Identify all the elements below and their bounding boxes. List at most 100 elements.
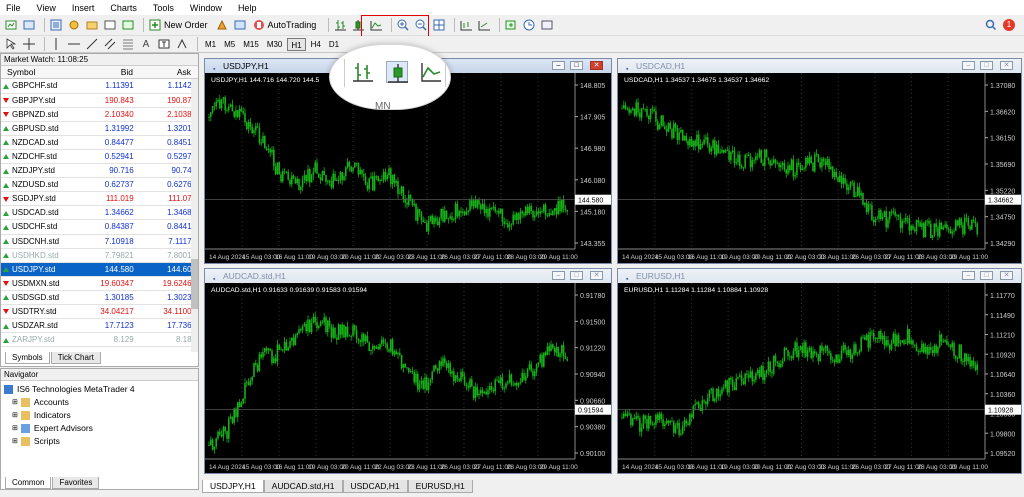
fibonacci-icon[interactable] [121, 37, 135, 51]
chart-window-audcad[interactable]: ▪ AUDCAD.std,H1 – □ ✕ 0.91780 0.91500 0.91220… [204, 268, 612, 474]
line-chart-icon[interactable] [420, 61, 442, 83]
market-watch-row[interactable]: NZDCAD.std 0.84477 0.84517 [1, 135, 198, 150]
chart-shift-icon[interactable] [459, 18, 473, 32]
terminal-icon[interactable] [103, 18, 117, 32]
close-button[interactable]: ✕ [590, 271, 603, 280]
market-watch-row[interactable]: NZDCHF.std 0.52941 0.52979 [1, 149, 198, 165]
menu-insert[interactable]: Insert [72, 3, 95, 13]
market-watch-row[interactable]: USDHKD.std 7.79821 7.80018 [1, 248, 198, 263]
maximize-button[interactable]: □ [980, 271, 993, 280]
tab-favorites[interactable]: Favorites [52, 477, 100, 489]
indicators-list-icon[interactable] [504, 18, 518, 32]
chart-window-usdcad[interactable]: ▪ USDCAD,H1 – □ ✕ 1.37080 1.36620 1.36150 1.35… [617, 58, 1022, 264]
bar-chart-icon[interactable] [352, 61, 374, 83]
templates-icon[interactable] [540, 18, 554, 32]
maximize-button[interactable]: □ [980, 61, 993, 70]
chart-tab-eurusd[interactable]: EURUSD,H1 [407, 480, 473, 493]
chart-title-bar[interactable]: ▪ AUDCAD.std,H1 – □ ✕ [205, 269, 611, 283]
market-watch-row[interactable]: SGDJPY.std 111.019 111.073 [1, 191, 198, 207]
market-watch-row[interactable]: ZARJPY.std 8.129 8.185 [1, 332, 198, 348]
market-watch-row[interactable]: GBPJPY.std 190.843 190.879 [1, 93, 198, 108]
market-watch-row[interactable]: GBPCHF.std 1.11391 1.11423 [1, 79, 198, 94]
chart-window-eurusd[interactable]: ▪ EURUSD,H1 – □ ✕ 1.11770 1.11490 1.11210 1.10… [617, 268, 1022, 474]
periods-icon[interactable] [522, 18, 536, 32]
navigator-item-indicators[interactable]: ⊞ Indicators [4, 409, 195, 422]
arrows-icon[interactable] [175, 37, 189, 51]
horizontal-line-icon[interactable] [67, 37, 81, 51]
market-watch-row[interactable]: GBPNZD.std 2.10340 2.10384 [1, 107, 198, 122]
new-order-button[interactable]: New Order [148, 18, 208, 32]
market-watch-icon[interactable] [49, 18, 63, 32]
col-ask[interactable]: Ask [135, 66, 193, 78]
auto-scroll-icon[interactable] [477, 18, 491, 32]
minimize-button[interactable]: – [962, 61, 975, 70]
tab-common[interactable]: Common [5, 477, 52, 489]
timeframe-m15[interactable]: M15 [240, 38, 262, 51]
navigator-item-expert-advisors[interactable]: ⊞ Expert Advisors [4, 422, 195, 435]
maximize-button[interactable]: □ [570, 61, 583, 70]
timeframe-m30[interactable]: M30 [264, 38, 286, 51]
minimize-button[interactable]: – [552, 61, 565, 70]
vertical-line-icon[interactable] [49, 37, 63, 51]
market-watch-row[interactable]: USDSGD.std 1.30185 1.30237 [1, 290, 198, 306]
cursor-icon[interactable] [4, 37, 18, 51]
channel-icon[interactable] [103, 37, 117, 51]
chart-tab-audcad[interactable]: AUDCAD.std,H1 [263, 480, 343, 493]
price-chart[interactable]: 1.11770 1.11490 1.11210 1.10920 1.10640 1.103… [618, 283, 1021, 473]
timeframe-m1[interactable]: M1 [202, 38, 219, 51]
strategy-tester-icon[interactable] [121, 18, 135, 32]
data-window-icon[interactable] [67, 18, 81, 32]
text-icon[interactable]: A [139, 37, 153, 51]
market-watch-row[interactable]: USDTRY.std 34.04217 34.11000 [1, 304, 198, 320]
metaeditor-icon[interactable] [216, 18, 230, 32]
market-watch-row[interactable]: GBPUSD.std 1.31992 1.32017 [1, 121, 198, 136]
bar-chart-icon[interactable] [333, 18, 347, 32]
close-button[interactable]: ✕ [1000, 61, 1013, 70]
menu-help[interactable]: Help [238, 3, 257, 13]
timeframe-h1[interactable]: H1 [287, 37, 306, 51]
autotrading-button[interactable]: AutoTrading [252, 18, 316, 32]
navigator-icon[interactable] [85, 18, 99, 32]
notifications-icon[interactable]: 1 [1002, 18, 1016, 32]
market-watch-row[interactable]: NZDJPY.std 90.716 90.745 [1, 163, 198, 179]
market-watch-row[interactable]: USDCAD.std 1.34662 1.34688 [1, 205, 198, 221]
price-chart[interactable]: 0.91780 0.91500 0.91220 0.90940 0.90660 0.903… [205, 283, 611, 473]
chart-title-bar[interactable]: ▪ USDCAD,H1 – □ ✕ [618, 59, 1021, 73]
navigator-item-accounts[interactable]: ⊞ Accounts [4, 396, 195, 409]
close-button[interactable]: ✕ [1000, 271, 1013, 280]
timeframe-m5[interactable]: M5 [221, 38, 238, 51]
chart-tab-usdjpy[interactable]: USDJPY,H1 [202, 480, 264, 493]
close-button[interactable]: ✕ [590, 61, 603, 70]
new-chart-icon[interactable] [4, 18, 18, 32]
market-watch-row[interactable]: USDCHF.std 0.84387 0.84414 [1, 219, 198, 235]
market-watch-row[interactable]: USDJPY.std 144.580 144.605 [1, 262, 198, 277]
crosshair-icon[interactable] [22, 37, 36, 51]
market-watch-row[interactable]: NZDUSD.std 0.62737 0.62761 [1, 177, 198, 193]
market-watch-row[interactable]: USDZAR.std 17.7123 17.7369 [1, 318, 198, 334]
minimize-button[interactable]: – [962, 271, 975, 280]
candlestick-chart-icon[interactable] [386, 61, 408, 83]
menu-view[interactable]: View [37, 3, 56, 13]
tab-symbols[interactable]: Symbols [5, 352, 50, 364]
trendline-icon[interactable] [85, 37, 99, 51]
profiles-icon[interactable] [22, 18, 36, 32]
chart-tab-usdcad[interactable]: USDCAD,H1 [342, 480, 408, 493]
label-icon[interactable] [157, 37, 171, 51]
market-watch-row[interactable]: USDCNH.std 7.10918 7.11171 [1, 234, 198, 249]
price-chart[interactable]: 1.37080 1.36620 1.36150 1.35690 1.35220 1.347… [618, 73, 1021, 263]
tab-tick-chart[interactable]: Tick Chart [50, 352, 101, 364]
menu-charts[interactable]: Charts [110, 3, 137, 13]
minimize-button[interactable]: – [552, 271, 565, 280]
options-icon[interactable] [234, 18, 248, 32]
tile-windows-icon[interactable] [432, 18, 446, 32]
navigator-item-scripts[interactable]: ⊞ Scripts [4, 435, 195, 448]
timeframe-d1[interactable]: D1 [326, 38, 342, 51]
search-icon[interactable] [984, 18, 998, 32]
menu-tools[interactable]: Tools [153, 3, 174, 13]
menu-file[interactable]: File [6, 3, 21, 13]
maximize-button[interactable]: □ [570, 271, 583, 280]
navigator-root[interactable]: IS6 Technologies MetaTrader 4 [4, 383, 195, 396]
menu-window[interactable]: Window [190, 3, 222, 13]
chart-title-bar[interactable]: ▪ EURUSD,H1 – □ ✕ [618, 269, 1021, 283]
timeframe-h4[interactable]: H4 [308, 38, 324, 51]
